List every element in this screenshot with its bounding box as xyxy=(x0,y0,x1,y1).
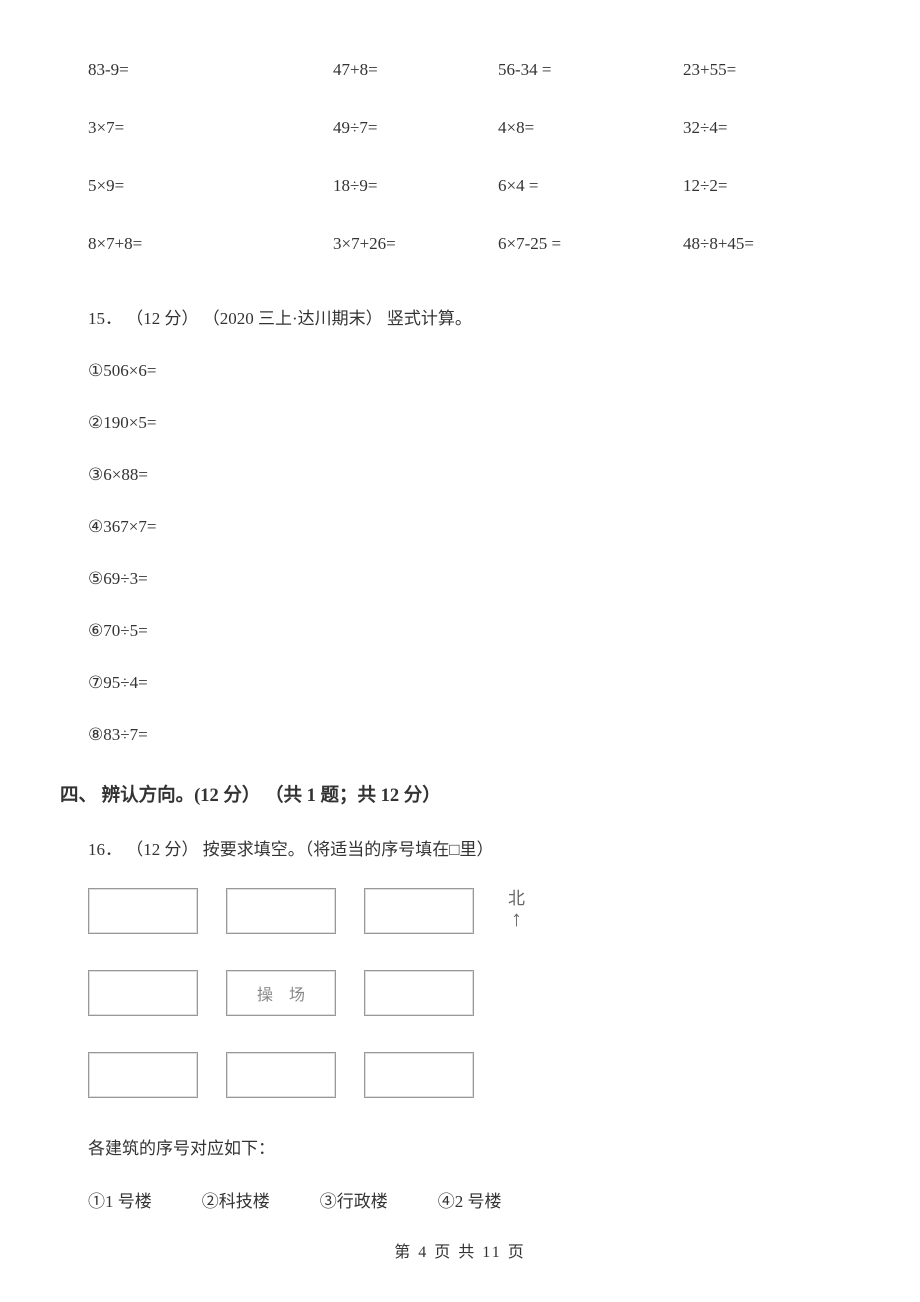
question-16-header: 16． （12 分） 按要求填空。（将适当的序号填在□里） xyxy=(88,835,860,860)
question-15-header: 15． （12 分） （2020 三上·达川期末） 竖式计算。 xyxy=(88,304,860,329)
math-expr: 3×7= xyxy=(88,118,313,138)
vertical-calc-item: ⑥70÷5= xyxy=(88,621,860,641)
math-expr: 12÷2= xyxy=(673,176,823,196)
map-grid: 操场 xyxy=(88,888,860,1098)
map-box-sw[interactable] xyxy=(88,1052,198,1098)
question-15-items: ①506×6= ②190×5= ③6×88= ④367×7= ⑤69÷3= ⑥7… xyxy=(88,361,860,745)
math-expr: 23+55= xyxy=(673,60,823,80)
north-indicator: 北 ↑ xyxy=(508,884,525,929)
map-box-s[interactable] xyxy=(226,1052,336,1098)
math-expr: 49÷7= xyxy=(313,118,498,138)
direction-map: 操场 北 ↑ xyxy=(88,888,860,1098)
map-box-n[interactable] xyxy=(226,888,336,934)
section-4-header: 四、 辨认方向。(12 分） （共 1 题；共 12 分） xyxy=(60,781,860,807)
math-expr: 6×4 = xyxy=(498,176,673,196)
math-expr: 83-9= xyxy=(88,60,313,80)
map-box-nw[interactable] xyxy=(88,888,198,934)
mental-math-grid: 83-9= 47+8= 56-34 = 23+55= 3×7= 49÷7= 4×… xyxy=(88,60,860,254)
math-expr: 6×7-25 = xyxy=(498,234,673,254)
north-arrow-icon: ↑ xyxy=(508,909,525,929)
map-box-center: 操场 xyxy=(226,970,336,1016)
math-expr: 32÷4= xyxy=(673,118,823,138)
math-expr: 5×9= xyxy=(88,176,313,196)
map-box-w[interactable] xyxy=(88,970,198,1016)
legend-item: ②科技楼 xyxy=(202,1187,270,1212)
legend-items: ①1 号楼 ②科技楼 ③行政楼 ④2 号楼 xyxy=(88,1187,860,1212)
map-box-se[interactable] xyxy=(364,1052,474,1098)
vertical-calc-item: ⑧83÷7= xyxy=(88,725,860,745)
math-expr: 48÷8+45= xyxy=(673,234,823,254)
math-expr: 3×7+26= xyxy=(313,234,498,254)
map-box-ne[interactable] xyxy=(364,888,474,934)
vertical-calc-item: ②190×5= xyxy=(88,413,860,433)
page-footer: 第 4 页 共 11 页 xyxy=(0,1238,920,1262)
vertical-calc-item: ④367×7= xyxy=(88,517,860,537)
vertical-calc-item: ③6×88= xyxy=(88,465,860,485)
math-expr: 47+8= xyxy=(313,60,498,80)
legend-item: ③行政楼 xyxy=(320,1187,388,1212)
legend-title: 各建筑的序号对应如下： xyxy=(88,1134,860,1159)
legend-item: ①1 号楼 xyxy=(88,1187,152,1212)
vertical-calc-item: ①506×6= xyxy=(88,361,860,381)
legend-item: ④2 号楼 xyxy=(438,1187,502,1212)
math-expr: 56-34 = xyxy=(498,60,673,80)
math-expr: 18÷9= xyxy=(313,176,498,196)
math-expr: 4×8= xyxy=(498,118,673,138)
map-box-e[interactable] xyxy=(364,970,474,1016)
vertical-calc-item: ⑦95÷4= xyxy=(88,673,860,693)
math-expr: 8×7+8= xyxy=(88,234,313,254)
vertical-calc-item: ⑤69÷3= xyxy=(88,569,860,589)
